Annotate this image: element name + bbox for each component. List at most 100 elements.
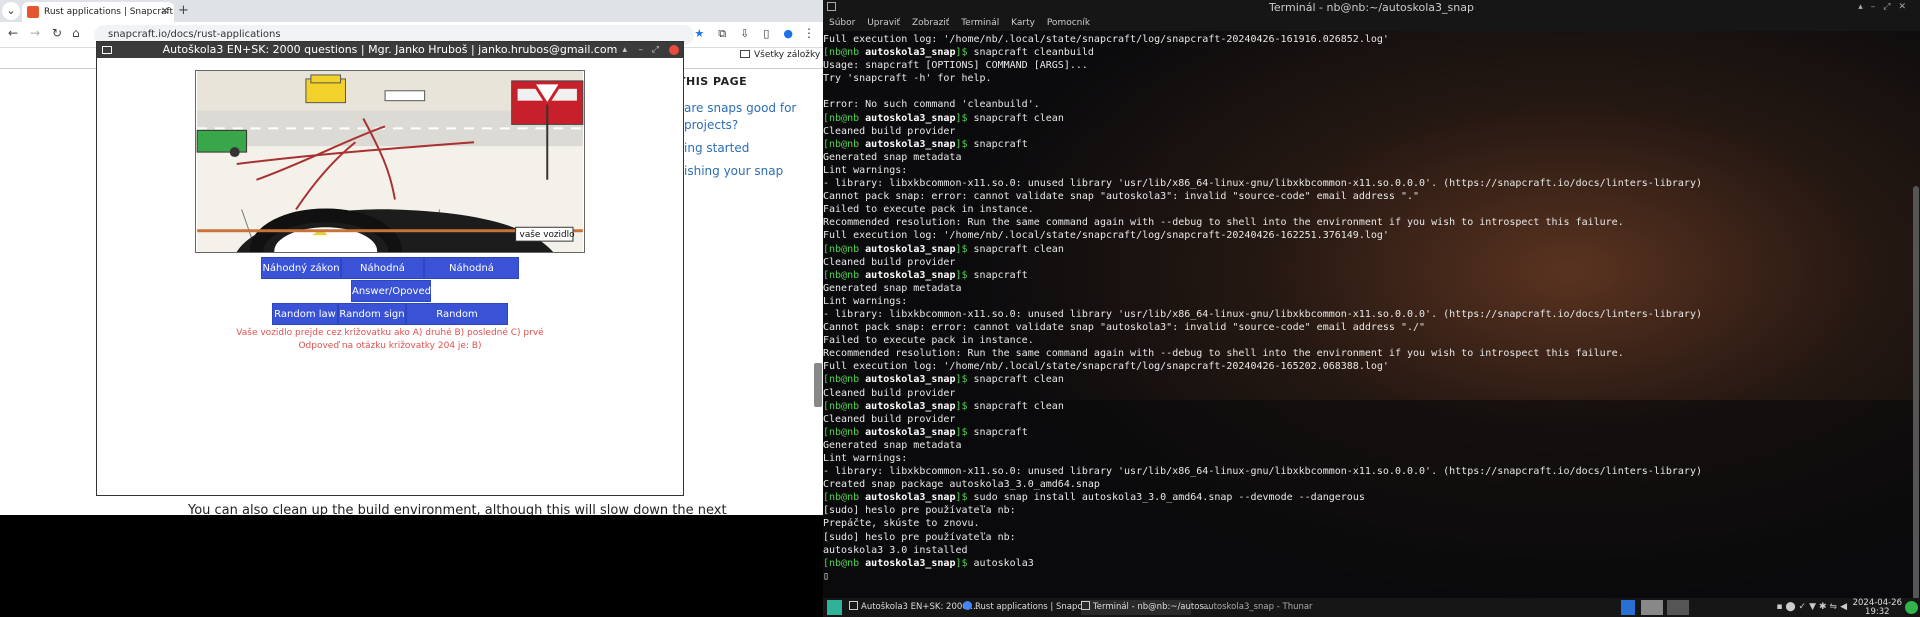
- terminal-menubar: Súbor Upraviť Zobraziť Terminál Karty Po…: [823, 15, 1920, 31]
- terminal-prompt-line: [nb@nb autoskola3_snap]$ snapcraft clean: [823, 400, 1064, 412]
- terminal-prompt-line: [nb@nb autoskola3_snap]$ snapcraft clean: [823, 243, 1064, 255]
- terminal-output-line: Generated snap metadata: [823, 151, 962, 163]
- answer-button[interactable]: Answer/Opoveď: [351, 280, 431, 302]
- page-scrollbar[interactable]: [814, 363, 822, 407]
- toc-link[interactable]: are snaps good for: [684, 101, 796, 115]
- terminal-output-line: Full execution log: '/home/nb/.local/sta…: [823, 34, 1389, 45]
- menu-pomocnik[interactable]: Pomocník: [1047, 18, 1090, 28]
- sidepanel-icon[interactable]: ▯: [763, 27, 769, 41]
- terminal-output-line: Lint warnings:: [823, 453, 908, 464]
- terminal-output-line: Lint warnings:: [823, 164, 908, 176]
- shade-icon[interactable]: ▴: [622, 42, 627, 58]
- terminal-output-line: Cannot pack snap: error: cannot validate…: [823, 191, 1420, 203]
- terminal-prompt-line: [nb@nb autoskola3_snap]$ snapcraft clean: [823, 374, 1064, 386]
- menu-zobrazit[interactable]: Zobraziť: [912, 18, 949, 28]
- terminal-titlebar[interactable]: Terminál - nb@nb:~/autoskola3_snap ▴–⤢✕: [823, 0, 1920, 15]
- terminal-prompt-line: [nb@nb autoskola3_snap]$ snapcraft: [823, 269, 1028, 281]
- extensions-icon[interactable]: ⧉: [718, 27, 726, 41]
- menu-terminal[interactable]: Terminál: [961, 18, 999, 28]
- forward-icon[interactable]: →: [30, 26, 40, 40]
- toc-link[interactable]: ishing your snap: [684, 164, 783, 178]
- window-titlebar[interactable]: Autoškola3 EN+SK: 2000 questions | Mgr. …: [97, 42, 683, 58]
- terminal-prompt-line: [nb@nb autoskola3_snap]$ autoskola3: [823, 557, 1034, 569]
- terminal-output-line: Full execution log: '/home/nb/.local/sta…: [823, 230, 1389, 242]
- taskbar: Autoškola3 EN+SK: 2000 ... Rust applicat…: [823, 598, 1920, 617]
- terminal-output-line: Cleaned build provider: [823, 125, 956, 137]
- answer-text: Odpoveď na otázku križovatky 204 je: B): [298, 341, 482, 351]
- reload-icon[interactable]: ↻: [52, 26, 62, 40]
- workspace-3[interactable]: [1667, 600, 1689, 615]
- terminal-output-line: autoskola3 3.0 installed: [823, 544, 968, 556]
- app-menu-icon[interactable]: [827, 600, 842, 615]
- terminal-title: Terminál - nb@nb:~/autoskola3_snap: [1269, 1, 1474, 14]
- taskbar-item-browser[interactable]: Rust applications | Snapcr...: [963, 600, 1093, 615]
- toc-link[interactable]: projects?: [684, 118, 738, 132]
- terminal-prompt-line: [nb@nb autoskola3_snap]$ snapcraft: [823, 138, 1028, 150]
- workspace-2[interactable]: [1641, 600, 1663, 615]
- menu-subor[interactable]: Súbor: [829, 18, 855, 28]
- bookmark-star-icon[interactable]: ★: [694, 27, 704, 41]
- terminal-output-line: Cannot pack snap: error: cannot validate…: [823, 322, 1426, 334]
- terminal-output[interactable]: Full execution log: '/home/nb/.local/sta…: [823, 33, 1913, 583]
- random-law-button[interactable]: Random law: [272, 303, 338, 325]
- tab-title: Rust applications | Snapcraft: [44, 7, 174, 17]
- terminal-output-line: [sudo] heslo pre používateľa nb:: [823, 531, 1016, 543]
- menu-upravit[interactable]: Upraviť: [867, 18, 900, 28]
- terminal-output-line: Error: No such command 'cleanbuild'.: [823, 99, 1040, 111]
- random-sign-button[interactable]: Random sign: [338, 303, 406, 325]
- toc-link[interactable]: ing started: [684, 141, 749, 155]
- updates-icon[interactable]: [1905, 601, 1918, 614]
- terminal-prompt-line: [nb@nb autoskola3_snap]$ sudo snap insta…: [823, 492, 1365, 504]
- minimize-icon[interactable]: –: [639, 42, 644, 58]
- empty-desktop-area: [0, 515, 823, 617]
- terminal-output-line: Created snap package autoskola3_3.0_amd6…: [823, 479, 1100, 491]
- close-window-icon[interactable]: [669, 45, 679, 55]
- intersection-image: vaše vozidlo: [195, 70, 585, 253]
- tab-search-icon[interactable]: ⌄: [2, 2, 20, 20]
- home-icon[interactable]: ⌂: [72, 26, 80, 40]
- random-intersection-sk-button[interactable]: Náhodná križovatka: [424, 257, 519, 296]
- terminal-prompt-line: [nb@nb autoskola3_snap]$ snapcraft clean…: [823, 47, 1094, 59]
- new-tab-button[interactable]: +: [178, 3, 189, 18]
- taskbar-item-thunar[interactable]: autoskola3_snap - Thunar: [1203, 600, 1313, 615]
- terminal-output-line: ▯: [823, 570, 830, 582]
- autoskola-window: Autoškola3 EN+SK: 2000 questions | Mgr. …: [96, 41, 684, 496]
- chrome-icon: [963, 601, 972, 610]
- terminal-output-line: Recommended resolution: Run the same com…: [823, 348, 1624, 360]
- all-bookmarks[interactable]: Všetky záložky: [740, 50, 820, 60]
- tab-close-icon[interactable]: ✕: [161, 2, 169, 22]
- terminal-app-icon: [827, 2, 836, 11]
- system-tray[interactable]: ▪⬤✓▼✱⇋◀: [1776, 602, 1850, 612]
- clock[interactable]: 2024-04-26 19:32: [1853, 599, 1902, 616]
- back-icon[interactable]: ←: [8, 26, 18, 40]
- menu-kebab-icon[interactable]: ⋮: [803, 26, 815, 40]
- terminal-output-line: Cleaned build provider: [823, 256, 956, 268]
- terminal-prompt-line: [nb@nb autoskola3_snap]$ snapcraft: [823, 426, 1028, 438]
- terminal-prompt-line: [nb@nb autoskola3_snap]$ snapcraft clean: [823, 112, 1064, 124]
- terminal-output-line: Lint warnings:: [823, 295, 908, 307]
- downloads-icon[interactable]: ⇩: [740, 27, 749, 41]
- workspace-1[interactable]: [1621, 600, 1635, 615]
- snapcraft-favicon-icon: [27, 6, 39, 18]
- tab-rust-applications[interactable]: Rust applications | Snapcraft ✕: [22, 2, 174, 22]
- terminal-output-line: Failed to execute pack in instance.: [823, 335, 1034, 347]
- taskbar-item-terminal[interactable]: Terminál - nb@nb:~/autos...: [1081, 600, 1212, 615]
- profile-avatar-icon[interactable]: ●: [783, 27, 793, 41]
- terminal-output-line: - library: libxkbcommon-x11.so.0: unused…: [823, 178, 1702, 190]
- terminal-output-line: Cleaned build provider: [823, 413, 956, 425]
- terminal-output-line: Prepáčte, skúste to znovu.: [823, 518, 980, 530]
- terminal-scrollbar[interactable]: [1913, 186, 1919, 600]
- menu-karty[interactable]: Karty: [1011, 18, 1035, 28]
- terminal-output-line: - library: libxkbcommon-x11.so.0: unused…: [823, 308, 1702, 320]
- window-menu-icon[interactable]: [102, 46, 112, 54]
- random-sign-sk-button[interactable]: Náhodná značka: [341, 257, 424, 296]
- question-text: Vaše vozidlo prejde cez križovatku ako A…: [236, 328, 544, 338]
- random-intersection-button[interactable]: Random intersection: [406, 303, 508, 342]
- random-law-sk-button[interactable]: Náhodný zákon: [261, 257, 341, 279]
- terminal-output-line: [sudo] heslo pre používateľa nb:: [823, 505, 1016, 517]
- maximize-icon[interactable]: ⤢: [652, 42, 659, 58]
- clock-time: 19:32: [1865, 606, 1890, 617]
- window-controls[interactable]: ▴–⤢✕: [1858, 0, 1914, 15]
- taskbar-item-autoskola[interactable]: Autoškola3 EN+SK: 2000 ...: [849, 600, 979, 615]
